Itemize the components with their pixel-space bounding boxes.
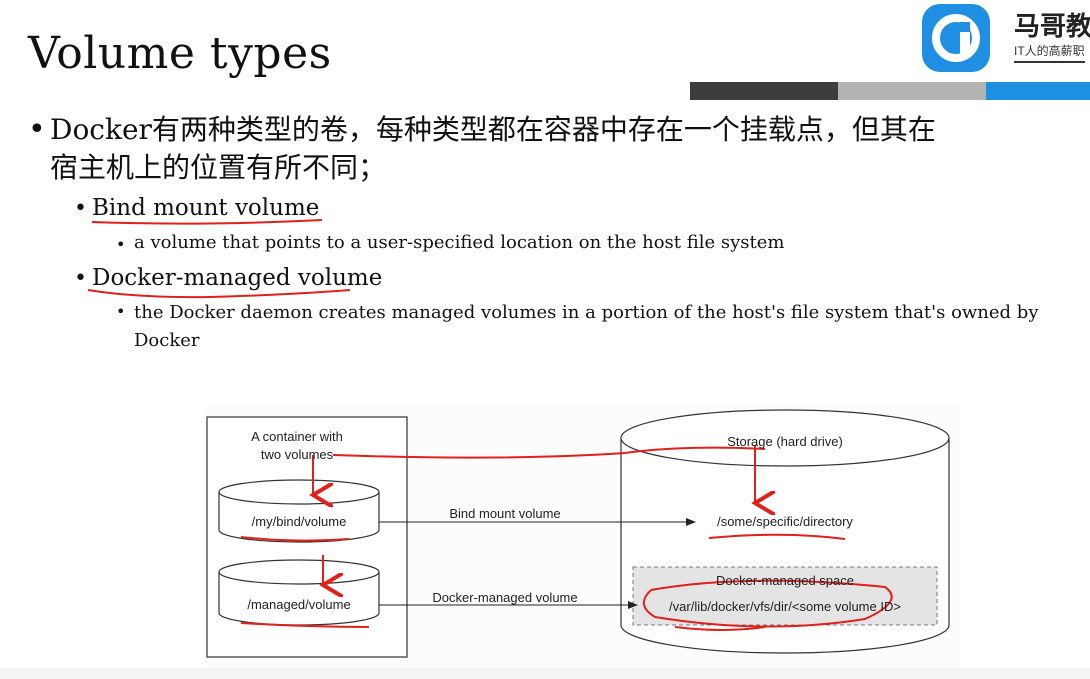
- vol1-label: /my/bind/volume: [252, 514, 347, 529]
- storage-label: Storage (hard drive): [727, 434, 843, 449]
- container-label-line2: two volumes: [261, 447, 334, 462]
- vol1-cylinder: [218, 479, 380, 543]
- volume-diagram: A container with two volumes /my/bind/vo…: [205, 405, 960, 675]
- bind-mount-arrow-label: Bind mount volume: [449, 506, 560, 521]
- managed-space-label: Docker-managed space: [716, 573, 854, 588]
- vol2-cylinder: [218, 559, 380, 626]
- managed-path-label: /var/lib/docker/vfs/dir/<some volume ID>: [669, 599, 901, 614]
- vol2-label: /managed/volume: [247, 597, 350, 612]
- host-dir-label: /some/specific/directory: [717, 514, 853, 529]
- bottom-toolbar-strip: [0, 668, 1090, 679]
- managed-arrow-label: Docker-managed volume: [432, 590, 577, 605]
- container-label-line1: A container with: [251, 429, 343, 444]
